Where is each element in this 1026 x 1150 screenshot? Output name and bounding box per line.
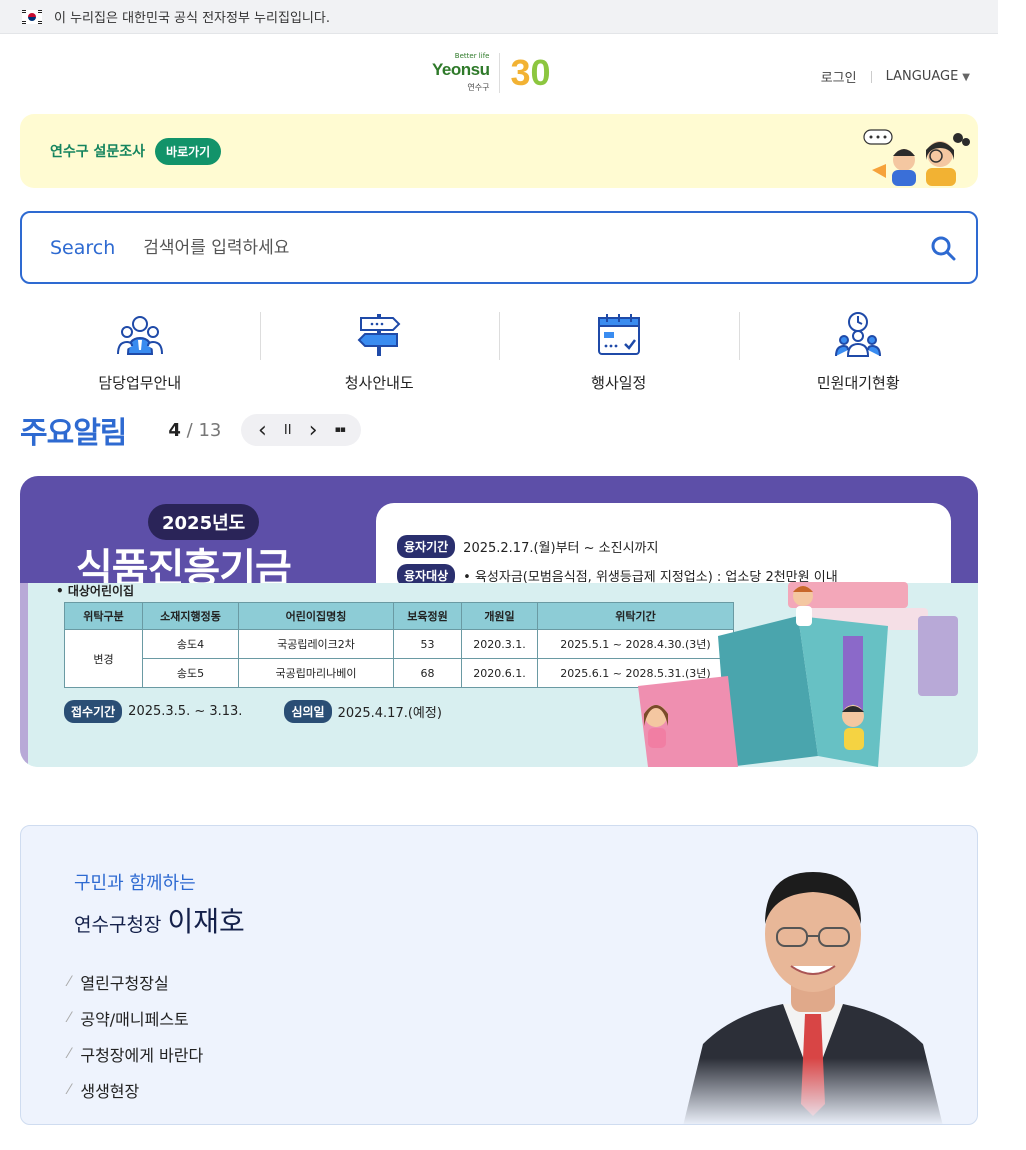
survey-go-button[interactable]: 바로가기 [155, 137, 222, 165]
banner-text: 2025.3.5. ~ 3.13. [128, 704, 243, 719]
quick-menu-label: 청사안내도 [344, 374, 414, 392]
staff-group-icon [116, 316, 163, 355]
logo-wordmark: Yeonsu [432, 60, 490, 79]
slash-bullet-icon: ⁄ [68, 974, 71, 990]
prev-slide-icon[interactable]: ‹ [258, 418, 267, 443]
language-selector[interactable]: LANGUAGE ▼ [886, 69, 970, 84]
search-bar: Search [20, 211, 978, 284]
notice-slide-banner[interactable]: 2025년도 식품진흥기금 융자기간 2025.2.17.(월)부터 ~ 소진시… [20, 476, 978, 767]
utility-menu: 로그인 LANGUAGE ▼ [821, 67, 970, 86]
books-children-illustration-icon [638, 582, 958, 767]
pager-separator: / [186, 419, 193, 441]
banner-text: 2025.2.17.(월)부터 ~ 소진시까지 [463, 541, 659, 556]
anniversary-30-logo: 30 [510, 51, 551, 93]
banner-tag: 융자기간 [397, 535, 456, 558]
signpost-icon [357, 314, 401, 356]
table-cell: 송도4 [142, 629, 239, 659]
table-header: 위탁구분 [64, 602, 143, 630]
table-cell: 송도5 [142, 658, 239, 688]
logo-30-three: 3 [510, 51, 531, 93]
quick-menu-label: 담당업무안내 [98, 374, 182, 392]
language-label: LANGUAGE [885, 69, 959, 84]
mayor-title: 연수구청장 이재호 [74, 900, 245, 940]
main-notices-header: 주요알림 4 / 13 ‹ II › ▪▪ [20, 410, 362, 451]
survey-banner[interactable]: 연수구 설문조사 바로가기 [20, 114, 978, 188]
logo-divider [499, 52, 501, 93]
search-icon[interactable] [930, 235, 956, 261]
quick-menu: 담당업무안내 청사안내도 행사일정 민원대기현황 [20, 308, 978, 400]
table-cell: 68 [393, 658, 462, 688]
table-cell: 53 [393, 629, 462, 659]
quick-menu-label: 행사일정 [591, 374, 647, 392]
banner-big-title: 식품진흥기금 [76, 546, 291, 583]
mayor-link-label: 구청장에게 바란다 [80, 1046, 204, 1065]
yeonsu-logo: Better life Yeonsu 연수구 [432, 52, 490, 93]
mayor-section: 구민과 함께하는 연수구청장 이재호 ⁄ 열린구청장실 ⁄ 공약/매니페스토 ⁄ 구청… [20, 825, 978, 1125]
mayor-link-suggestions[interactable]: ⁄ 구청장에게 바란다 [68, 1036, 203, 1072]
banner-footer: 접수기간 2025.3.5. ~ 3.13. 심의일 2025.4.17.(예정… [64, 700, 442, 723]
next-slide-icon[interactable]: › [309, 418, 318, 443]
logo-30-zero: 0 [530, 51, 551, 93]
government-banner: 이 누리집은 대한민국 공식 전자정부 누리집입니다. [0, 0, 998, 34]
quick-menu-staff-guide[interactable]: 담당업무안내 [20, 308, 260, 400]
slide-controls: ‹ II › ▪▪ [241, 414, 362, 446]
banner-row-period: 융자기간 2025.2.17.(월)부터 ~ 소진시까지 [397, 535, 658, 558]
slide-pager: 4 / 13 [168, 420, 221, 441]
mayor-link-open-office[interactable]: ⁄ 열린구청장실 [68, 964, 203, 1000]
table-cell: 국공립마리나베이 [238, 658, 394, 688]
quick-menu-label: 민원대기현황 [816, 374, 900, 392]
table-cell: 변경 [64, 629, 143, 688]
korean-flag-icon [22, 9, 42, 24]
banner-year-badge: 2025년도 [148, 504, 260, 540]
mayor-link-manifesto[interactable]: ⁄ 공약/매니페스토 [68, 1000, 203, 1036]
slash-bullet-icon: ⁄ [68, 1046, 71, 1062]
quick-menu-waiting-status[interactable]: 민원대기현황 [738, 308, 979, 400]
table-cell: 국공립레이크2차 [238, 629, 394, 659]
mayor-link-label: 열린구청장실 [80, 974, 169, 993]
mayor-link-field-news[interactable]: ⁄ 생생현장 [68, 1072, 203, 1108]
caret-down-icon: ▼ [962, 72, 970, 83]
mayor-title-prefix: 연수구청장 [74, 914, 162, 936]
mayor-link-label: 공약/매니페스토 [80, 1010, 189, 1029]
logo-district-name: 연수구 [467, 83, 490, 92]
view-all-grid-icon[interactable]: ▪▪ [335, 425, 346, 435]
mayor-name: 이재호 [167, 905, 245, 938]
table-cell: 2020.6.1. [461, 658, 538, 688]
survey-title: 연수구 설문조사 [50, 144, 146, 160]
table-header: 개원일 [461, 602, 538, 630]
table-header: 어린이집명칭 [238, 602, 394, 630]
utility-divider [870, 70, 872, 83]
search-label: Search [50, 236, 116, 259]
survey-illustration-icon [863, 129, 970, 186]
banner-tag: 심의일 [284, 700, 332, 723]
site-logo[interactable]: Better life Yeonsu 연수구 30 [432, 52, 551, 93]
login-link[interactable]: 로그인 [821, 67, 857, 86]
logo-tagline: Better life [454, 52, 490, 60]
main-notices-title: 주요알림 [20, 416, 127, 451]
mayor-portrait-icon [673, 854, 953, 1124]
quick-menu-event-schedule[interactable]: 행사일정 [499, 308, 739, 400]
pause-icon[interactable]: II [284, 423, 292, 438]
banner-text: 2025.4.17.(예정) [337, 706, 442, 721]
table-header: 소재지행정동 [142, 602, 239, 630]
government-banner-text: 이 누리집은 대한민국 공식 전자정부 누리집입니다. [54, 11, 330, 26]
slash-bullet-icon: ⁄ [68, 1010, 71, 1026]
slash-bullet-icon: ⁄ [68, 1082, 71, 1098]
banner-subheading: • 대상어린이집 [56, 584, 135, 598]
waiting-queue-icon [835, 312, 882, 357]
calendar-icon [597, 314, 640, 355]
total-slides: 13 [198, 419, 222, 441]
search-input[interactable] [143, 237, 864, 258]
mayor-links: ⁄ 열린구청장실 ⁄ 공약/매니페스토 ⁄ 구청장에게 바란다 ⁄ 생생현장 [68, 964, 203, 1108]
quick-menu-building-map[interactable]: 청사안내도 [259, 308, 500, 400]
banner-tag: 접수기간 [64, 700, 123, 723]
site-header: Better life Yeonsu 연수구 30 로그인 LANGUAGE ▼ [0, 34, 998, 114]
mayor-link-label: 생생현장 [80, 1082, 140, 1101]
current-slide: 4 [168, 419, 181, 441]
table-cell: 2020.3.1. [461, 629, 538, 659]
mayor-subtitle: 구민과 함께하는 [74, 873, 196, 894]
table-header: 보육정원 [393, 602, 462, 630]
